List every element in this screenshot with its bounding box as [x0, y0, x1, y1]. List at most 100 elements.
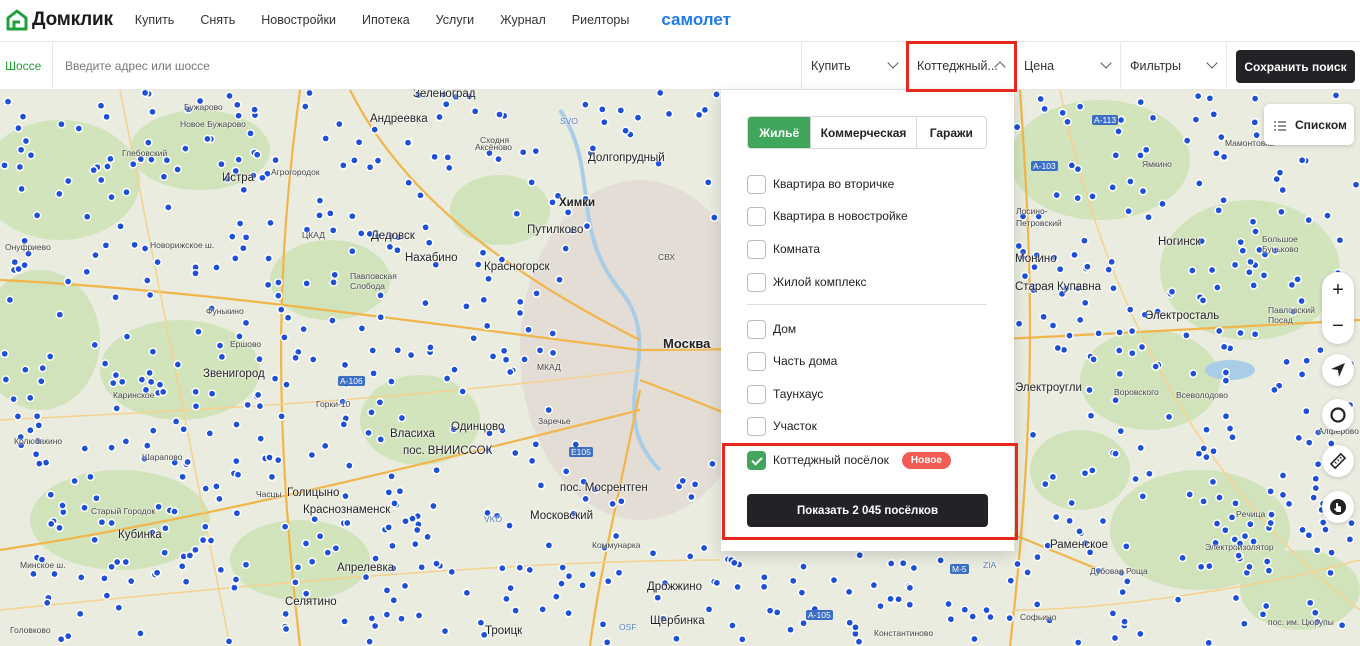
listing-marker[interactable]: [1221, 368, 1231, 377]
listing-marker[interactable]: [1086, 411, 1096, 421]
listing-marker[interactable]: [395, 486, 405, 496]
listing-marker[interactable]: [535, 345, 545, 355]
listing-marker[interactable]: [201, 484, 211, 493]
listing-marker[interactable]: [230, 583, 239, 593]
listing-marker[interactable]: [1202, 452, 1211, 462]
listing-marker[interactable]: [357, 324, 367, 333]
listing-marker[interactable]: [1310, 608, 1320, 618]
listing-marker[interactable]: [1264, 566, 1274, 575]
listing-marker[interactable]: [389, 595, 399, 605]
price-select[interactable]: Цена: [1014, 42, 1120, 89]
listing-marker[interactable]: [599, 117, 609, 127]
listing-marker[interactable]: [538, 605, 548, 614]
listing-marker[interactable]: [1115, 369, 1125, 379]
listing-marker[interactable]: [1191, 115, 1201, 124]
listing-marker[interactable]: [531, 439, 541, 449]
listing-marker[interactable]: [1219, 342, 1229, 352]
listing-marker[interactable]: [564, 571, 574, 581]
listing-marker[interactable]: [114, 603, 124, 613]
listing-marker[interactable]: [1204, 638, 1214, 646]
listing-marker[interactable]: [159, 172, 169, 182]
listing-marker[interactable]: [1261, 601, 1271, 611]
listing-marker[interactable]: [968, 612, 978, 621]
listing-marker[interactable]: [96, 101, 106, 111]
option-room[interactable]: Комната: [747, 239, 820, 259]
listing-marker[interactable]: [729, 558, 739, 568]
listing-marker[interactable]: [323, 548, 333, 557]
listing-marker[interactable]: [161, 523, 170, 533]
listing-marker[interactable]: [80, 503, 89, 513]
listing-marker[interactable]: [829, 575, 839, 585]
listing-marker[interactable]: [1110, 633, 1120, 643]
listing-marker[interactable]: [1182, 136, 1192, 145]
listing-marker[interactable]: [447, 567, 457, 577]
listing-marker[interactable]: [450, 365, 459, 374]
listing-marker[interactable]: [1127, 326, 1137, 336]
listing-marker[interactable]: [315, 210, 324, 220]
listing-marker[interactable]: [308, 355, 318, 364]
listing-marker[interactable]: [252, 150, 262, 160]
listing-marker[interactable]: [173, 360, 183, 369]
listing-marker[interactable]: [36, 376, 46, 386]
listing-marker[interactable]: [936, 556, 945, 565]
listing-marker[interactable]: [421, 222, 430, 232]
listing-marker[interactable]: [185, 551, 195, 560]
listing-marker[interactable]: [63, 176, 73, 186]
listing-marker[interactable]: [276, 305, 286, 314]
listing-marker[interactable]: [1075, 102, 1085, 111]
listing-marker[interactable]: [239, 185, 249, 195]
listing-marker[interactable]: [1304, 438, 1314, 447]
listing-marker[interactable]: [555, 275, 564, 285]
listing-marker[interactable]: [678, 476, 688, 486]
listing-marker[interactable]: [181, 577, 191, 587]
option-townhouse[interactable]: Таунхаус: [747, 384, 823, 404]
option-part-of-house[interactable]: Часть дома: [747, 351, 837, 371]
listing-marker[interactable]: [588, 144, 598, 153]
listing-marker[interactable]: [1258, 609, 1268, 619]
listing-marker[interactable]: [340, 360, 350, 370]
listing-marker[interactable]: [382, 586, 392, 595]
listing-marker[interactable]: [1294, 433, 1304, 443]
listing-marker[interactable]: [518, 147, 528, 157]
checkbox[interactable]: [747, 174, 766, 194]
list-view-button[interactable]: Списком: [1264, 104, 1354, 145]
listing-marker[interactable]: [1040, 104, 1049, 114]
listing-marker[interactable]: [207, 389, 217, 399]
listing-marker[interactable]: [886, 594, 895, 604]
listing-marker[interactable]: [960, 605, 970, 615]
listing-marker[interactable]: [142, 276, 152, 285]
listing-marker[interactable]: [1248, 217, 1258, 227]
listing-marker[interactable]: [1278, 471, 1288, 480]
listing-marker[interactable]: [598, 619, 608, 629]
listing-marker[interactable]: [616, 106, 626, 115]
listing-marker[interactable]: [894, 594, 903, 604]
listing-marker[interactable]: [1221, 411, 1231, 421]
listing-marker[interactable]: [1284, 499, 1294, 509]
listing-marker[interactable]: [1236, 328, 1245, 338]
listing-marker[interactable]: [246, 129, 255, 138]
ruler-button[interactable]: [1322, 445, 1354, 477]
listing-marker[interactable]: [558, 563, 568, 572]
tab-commercial[interactable]: Коммерческая: [811, 117, 917, 148]
listing-marker[interactable]: [1028, 430, 1038, 440]
listing-marker[interactable]: [26, 150, 36, 160]
listing-marker[interactable]: [1131, 474, 1140, 484]
listing-marker[interactable]: [46, 519, 56, 529]
listing-marker[interactable]: [1326, 568, 1335, 578]
listing-marker[interactable]: [1323, 211, 1332, 220]
listing-marker[interactable]: [1116, 426, 1126, 436]
listing-marker[interactable]: [621, 126, 630, 136]
listing-marker[interactable]: [356, 229, 366, 238]
listing-marker[interactable]: [1127, 348, 1137, 358]
listing-marker[interactable]: [82, 212, 92, 222]
listing-marker[interactable]: [31, 449, 41, 459]
listing-marker[interactable]: [1145, 469, 1154, 479]
listing-marker[interactable]: [704, 604, 714, 614]
listing-marker[interactable]: [1202, 425, 1211, 435]
listing-marker[interactable]: [387, 471, 396, 481]
listing-marker[interactable]: [376, 435, 386, 444]
listing-marker[interactable]: [1282, 357, 1291, 367]
listing-marker[interactable]: [241, 318, 251, 328]
listing-marker[interactable]: [3, 97, 13, 106]
listing-marker[interactable]: [1107, 257, 1117, 267]
